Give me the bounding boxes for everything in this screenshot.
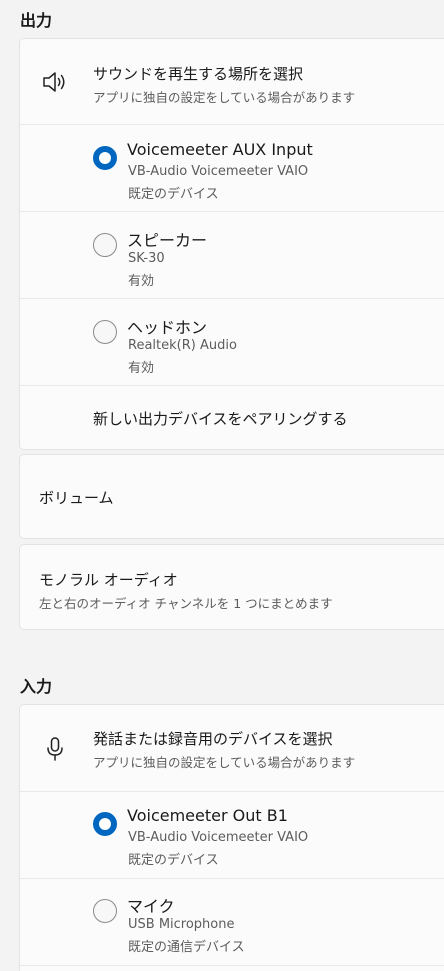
device-name: Voicemeeter Out B1 bbox=[127, 806, 288, 825]
output-choose-header[interactable]: サウンドを再生する場所を選択 アプリに独自の設定をしている場合があります bbox=[20, 39, 444, 124]
input-device-row[interactable]: マイク USB Microphone 既定の通信デバイス bbox=[20, 878, 444, 965]
device-status: 有効 bbox=[128, 361, 155, 376]
volume-card[interactable]: ボリューム bbox=[19, 454, 444, 539]
radio-unselected[interactable] bbox=[93, 899, 117, 923]
device-name: スピーカー bbox=[127, 231, 208, 250]
output-device-card: サウンドを再生する場所を選択 アプリに独自の設定をしている場合があります Voi… bbox=[19, 38, 444, 450]
device-detail: VB-Audio Voicemeeter VAIO bbox=[128, 164, 309, 179]
radio-unselected[interactable] bbox=[93, 233, 117, 257]
input-choose-header[interactable]: 発話または録音用のデバイスを選択 アプリに独自の設定をしている場合があります bbox=[20, 705, 444, 791]
mono-audio-title: モノラル オーディオ bbox=[39, 571, 178, 589]
input-next-row bbox=[20, 965, 444, 971]
device-name: ヘッドホン bbox=[127, 318, 208, 337]
radio-selected[interactable] bbox=[93, 812, 117, 836]
device-status: 有効 bbox=[128, 274, 155, 289]
input-choose-subtitle: アプリに独自の設定をしている場合があります bbox=[93, 755, 356, 770]
device-status: 既定の通信デバイス bbox=[128, 940, 245, 955]
mono-audio-subtitle: 左と右のオーディオ チャンネルを 1 つにまとめます bbox=[39, 596, 333, 611]
volume-label: ボリューム bbox=[39, 489, 114, 507]
device-status: 既定のデバイス bbox=[128, 187, 219, 202]
output-device-row[interactable]: ヘッドホン Realtek(R) Audio 有効 bbox=[20, 298, 444, 385]
output-device-row[interactable]: スピーカー SK-30 有効 bbox=[20, 211, 444, 298]
device-detail: Realtek(R) Audio bbox=[128, 338, 237, 353]
output-device-row[interactable]: Voicemeeter AUX Input VB-Audio Voicemeet… bbox=[20, 124, 444, 211]
device-status: 既定のデバイス bbox=[128, 853, 219, 868]
output-section-title: 出力 bbox=[20, 11, 53, 30]
radio-selected[interactable] bbox=[93, 146, 117, 170]
pair-output-device-label: 新しい出力デバイスをペアリングする bbox=[93, 410, 348, 428]
mono-audio-card[interactable]: モノラル オーディオ 左と右のオーディオ チャンネルを 1 つにまとめます bbox=[19, 544, 444, 630]
output-choose-title: サウンドを再生する場所を選択 bbox=[93, 65, 304, 83]
input-section-title: 入力 bbox=[20, 677, 53, 696]
device-name: マイク bbox=[127, 897, 175, 916]
microphone-icon bbox=[40, 734, 70, 764]
input-choose-title: 発話または録音用のデバイスを選択 bbox=[93, 730, 333, 748]
output-choose-subtitle: アプリに独自の設定をしている場合があります bbox=[93, 90, 356, 105]
device-detail: USB Microphone bbox=[128, 917, 235, 932]
input-device-card: 発話または録音用のデバイスを選択 アプリに独自の設定をしている場合があります V… bbox=[19, 704, 444, 971]
radio-unselected[interactable] bbox=[93, 320, 117, 344]
speaker-icon bbox=[40, 67, 70, 97]
device-name: Voicemeeter AUX Input bbox=[127, 140, 313, 159]
pair-output-device-button[interactable]: 新しい出力デバイスをペアリングする bbox=[20, 385, 444, 450]
device-detail: SK-30 bbox=[128, 251, 165, 266]
input-device-row[interactable]: Voicemeeter Out B1 VB-Audio Voicemeeter … bbox=[20, 791, 444, 878]
device-detail: VB-Audio Voicemeeter VAIO bbox=[128, 830, 309, 845]
